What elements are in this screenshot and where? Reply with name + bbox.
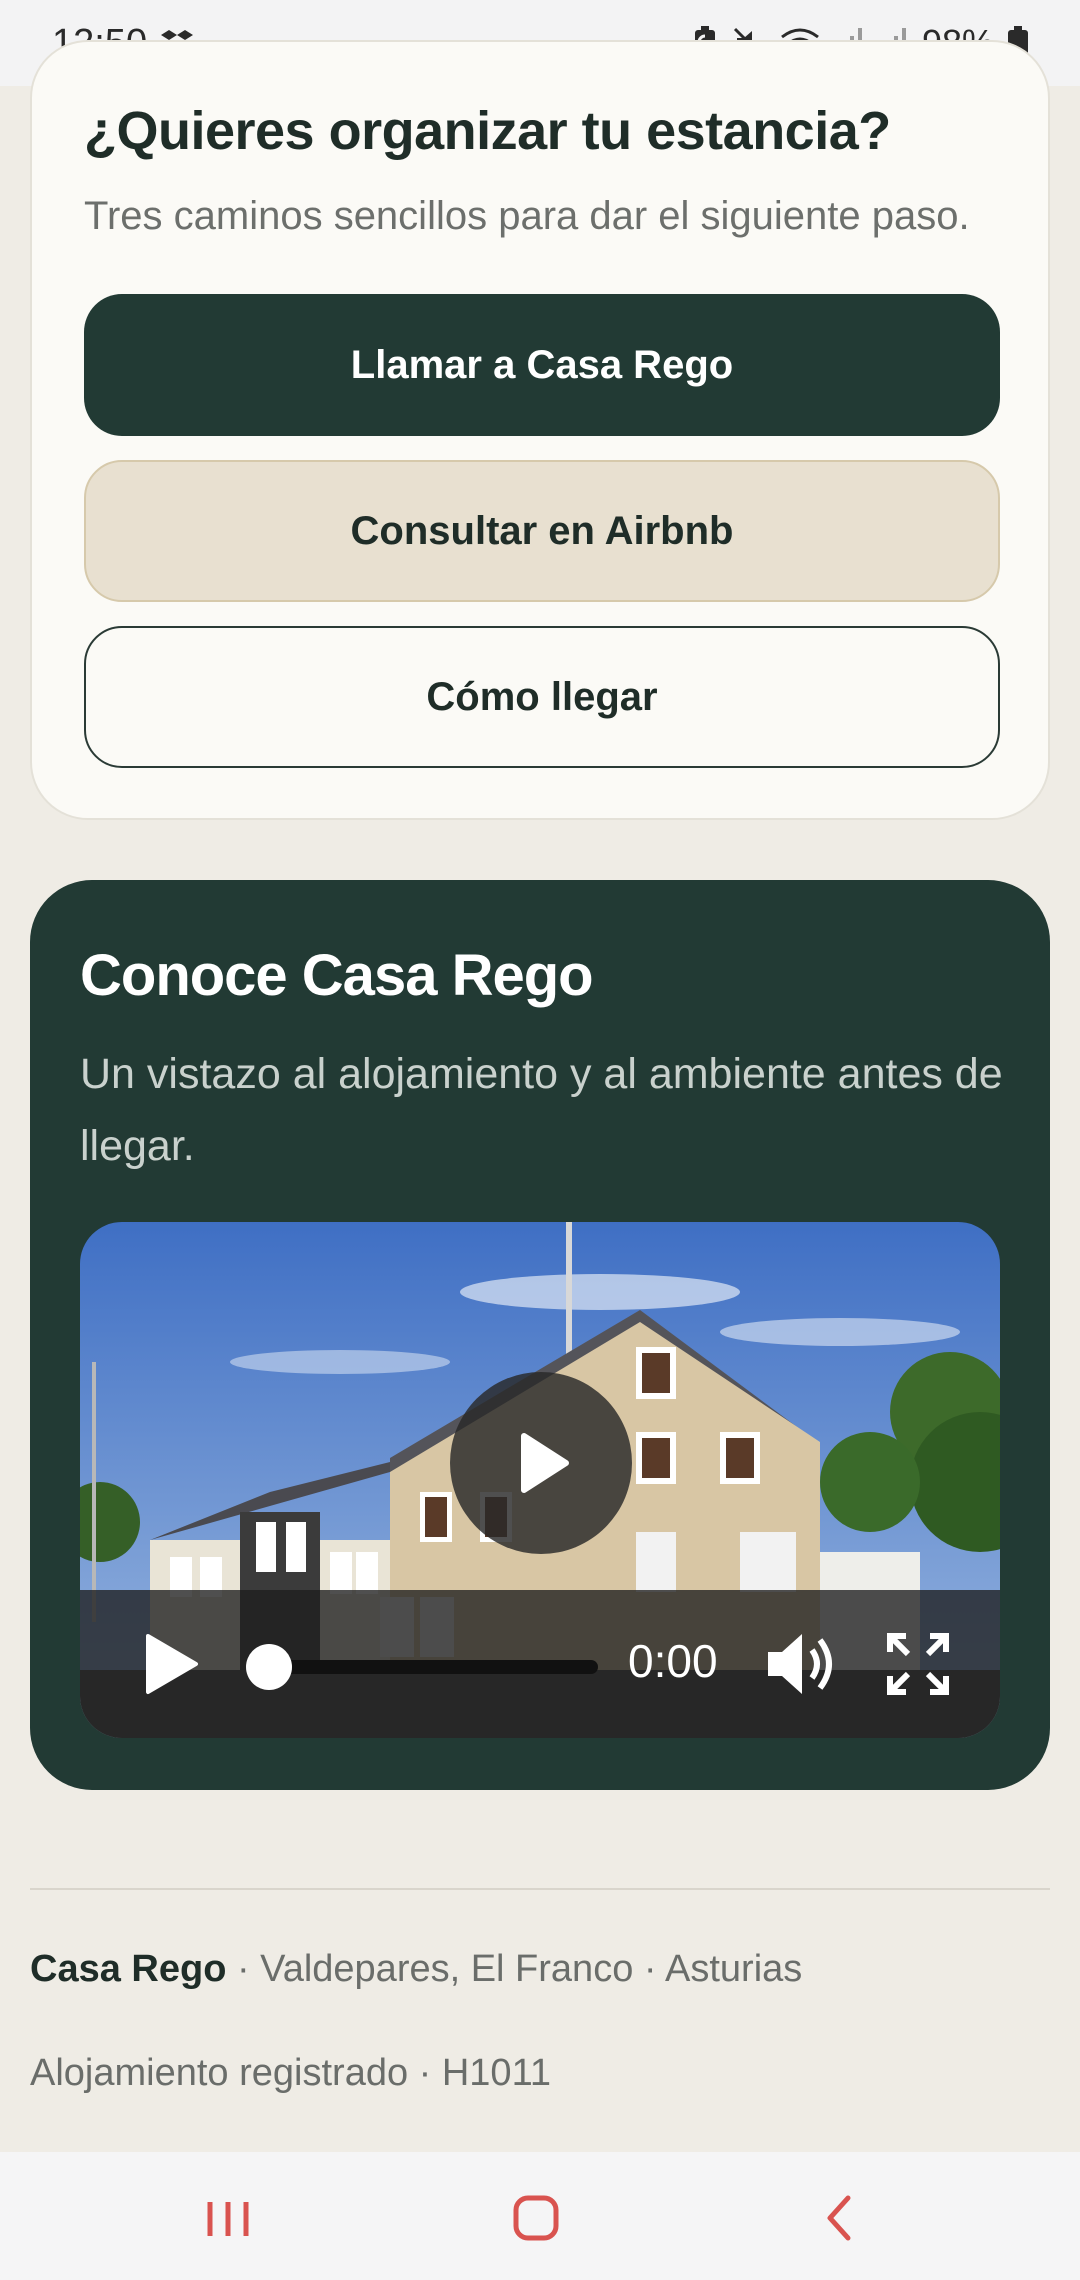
back-icon xyxy=(827,2195,851,2241)
video-controls: 0:00 xyxy=(80,1590,1000,1738)
recent-apps-button[interactable] xyxy=(196,2188,260,2253)
home-icon xyxy=(513,2195,559,2241)
volume-icon xyxy=(768,1634,832,1694)
back-button[interactable] xyxy=(808,2188,872,2253)
plan-card-subtitle: Tres caminos sencillos para dar el sigui… xyxy=(84,194,970,238)
video-card-title: Conoce Casa Rego xyxy=(80,943,594,1008)
volume-button[interactable] xyxy=(764,1628,840,1705)
footer-registration: Alojamiento registrado · H1011 xyxy=(30,2052,552,2094)
seek-bar[interactable] xyxy=(252,1660,598,1674)
airbnb-button[interactable]: Consultar en Airbnb xyxy=(84,460,1000,602)
plan-card: ¿Quieres organizar tu estancia? Tres cam… xyxy=(30,40,1050,820)
footer-divider xyxy=(30,1888,1050,1890)
play-button[interactable] xyxy=(138,1632,202,1701)
footer-location: · Valdepares, El Franco · Asturias xyxy=(226,1948,803,1990)
seek-handle[interactable] xyxy=(246,1644,292,1690)
video-card: Conoce Casa Rego Un vistazo al alojamien… xyxy=(30,880,1050,1790)
video-player[interactable]: 0:00 xyxy=(80,1222,1000,1738)
fullscreen-icon xyxy=(887,1633,949,1695)
plan-card-title: ¿Quieres organizar tu estancia? xyxy=(84,101,891,161)
footer-address: Casa Rego · Valdepares, El Franco · Astu… xyxy=(30,1948,802,1991)
fullscreen-button[interactable] xyxy=(886,1632,950,1701)
video-card-description: Un vistazo al alojamiento y al ambiente … xyxy=(80,1050,1003,1170)
directions-button[interactable]: Cómo llegar xyxy=(84,626,1000,768)
playback-time: 0:00 xyxy=(628,1635,718,1687)
play-icon xyxy=(146,1634,198,1694)
call-button[interactable]: Llamar a Casa Rego xyxy=(84,294,1000,436)
play-icon xyxy=(521,1433,569,1493)
footer-brand: Casa Rego xyxy=(30,1948,227,1990)
recent-apps-icon xyxy=(207,2202,249,2236)
navigation-bar xyxy=(0,2152,1080,2280)
big-play-button[interactable] xyxy=(450,1372,632,1554)
home-button[interactable] xyxy=(504,2188,568,2253)
